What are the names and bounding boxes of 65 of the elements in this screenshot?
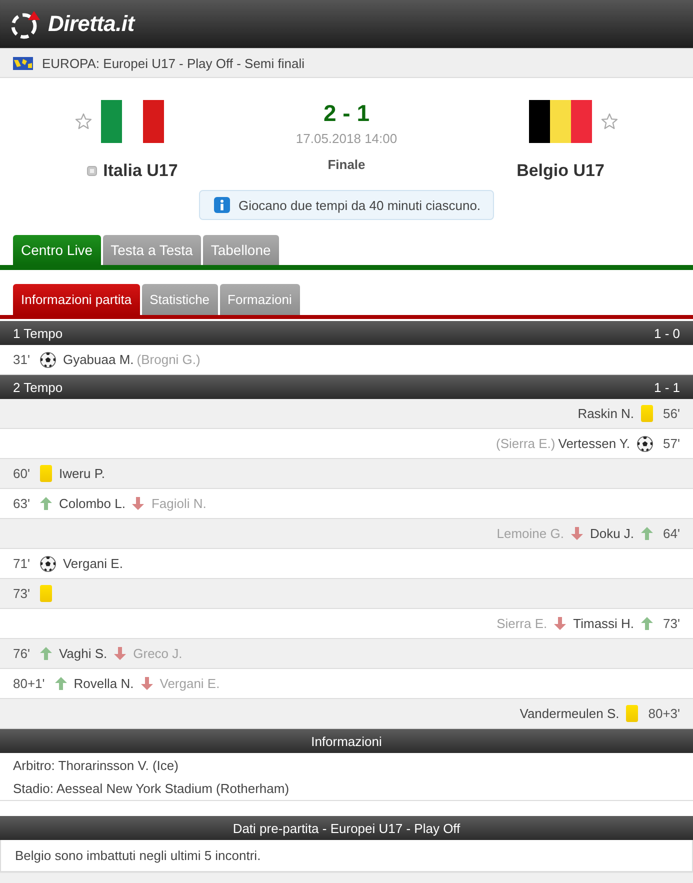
player-name[interactable]: Vertessen Y.	[558, 436, 630, 451]
event-time: 63'	[13, 496, 30, 511]
flag-icon	[101, 100, 164, 143]
section-score: 1 - 0	[654, 326, 680, 340]
player-name[interactable]: Vergani E.	[62, 556, 123, 571]
up-arrow-icon	[641, 527, 654, 540]
down-arrow-icon	[140, 677, 153, 690]
player-name[interactable]: Gyabuaa M.	[62, 352, 134, 367]
down-arrow-icon	[132, 497, 144, 510]
down-arrow-icon	[570, 527, 583, 540]
prematch-text: Belgio sono imbattuti negli ultimi 5 incontri.	[15, 848, 261, 863]
tab[interactable]: Informazioni partita	[13, 284, 140, 315]
event-time: 73'	[13, 586, 30, 601]
event-time: 31'	[13, 352, 30, 367]
player-name[interactable]: Vandermeulen S.	[520, 706, 620, 721]
team-name[interactable]: Belgio U17	[516, 161, 604, 181]
event-time: 57'	[663, 436, 680, 451]
player-name[interactable]: Colombo L.	[58, 496, 126, 511]
tab[interactable]: Centro Live	[13, 235, 101, 265]
booking-card-icon	[626, 705, 638, 722]
event-time: 80+1'	[13, 676, 45, 691]
up-arrow-icon	[40, 497, 52, 510]
down-arrow-icon	[554, 617, 566, 630]
star-icon[interactable]	[75, 113, 92, 130]
event-time: 76'	[13, 646, 30, 661]
section-title: Informazioni	[311, 734, 382, 748]
soccer-ball-icon	[637, 436, 654, 452]
star-icon[interactable]	[601, 113, 618, 130]
player-name[interactable]: Rovella N.	[74, 676, 134, 691]
up-arrow-icon	[40, 647, 52, 660]
player-name[interactable]: Timassi H.	[573, 616, 634, 631]
logo-text[interactable]: Diretta.it	[48, 11, 134, 37]
competition-link[interactable]: EUROPA: Europei U17 - Play Off - Semi finali	[42, 56, 305, 70]
match-status: Finale	[328, 157, 366, 172]
event-time: 56'	[663, 406, 680, 421]
section-title: Dati pre-partita - Europei U17 - Play Off	[232, 820, 460, 836]
player-name[interactable]: Iweru P.	[58, 466, 105, 481]
up-arrow-icon	[54, 677, 67, 690]
info-icon	[214, 197, 230, 213]
section-title: 1 Tempo	[13, 326, 63, 340]
soccer-ball-icon	[40, 556, 56, 572]
match-datetime: 17.05.2018 14:00	[296, 131, 398, 146]
section-title: 2 Tempo	[13, 380, 63, 394]
team-name[interactable]: Italia U17	[103, 161, 178, 181]
down-arrow-icon	[114, 647, 126, 660]
player-name[interactable]: Raskin N.	[578, 406, 634, 421]
match-score: 2 - 1	[323, 100, 370, 126]
event-time: 80+3'	[648, 706, 680, 721]
booking-card-icon	[40, 465, 52, 482]
booking-card-icon	[641, 405, 654, 422]
info-line: Arbitro: Thorarinsson V. (Ice)	[13, 757, 180, 775]
event-time: 73'	[663, 616, 680, 631]
event-time: 60'	[13, 466, 30, 481]
event-time: 71'	[13, 556, 30, 571]
flag-icon	[529, 100, 592, 143]
player-name[interactable]: Vaghi S.	[58, 646, 108, 661]
booking-card-icon	[40, 585, 52, 602]
event-time: 64'	[663, 526, 680, 541]
info-text: Giocano due tempi da 40 minuti ciascuno.	[238, 198, 481, 212]
section-score: 1 - 1	[654, 380, 680, 394]
flag-icon	[13, 56, 33, 70]
soccer-ball-icon	[40, 352, 56, 368]
up-arrow-icon	[641, 617, 654, 630]
info-line: Stadio: Aesseal New York Stadium (Rotherham)	[13, 780, 290, 798]
player-name[interactable]: Doku J.	[590, 526, 634, 541]
